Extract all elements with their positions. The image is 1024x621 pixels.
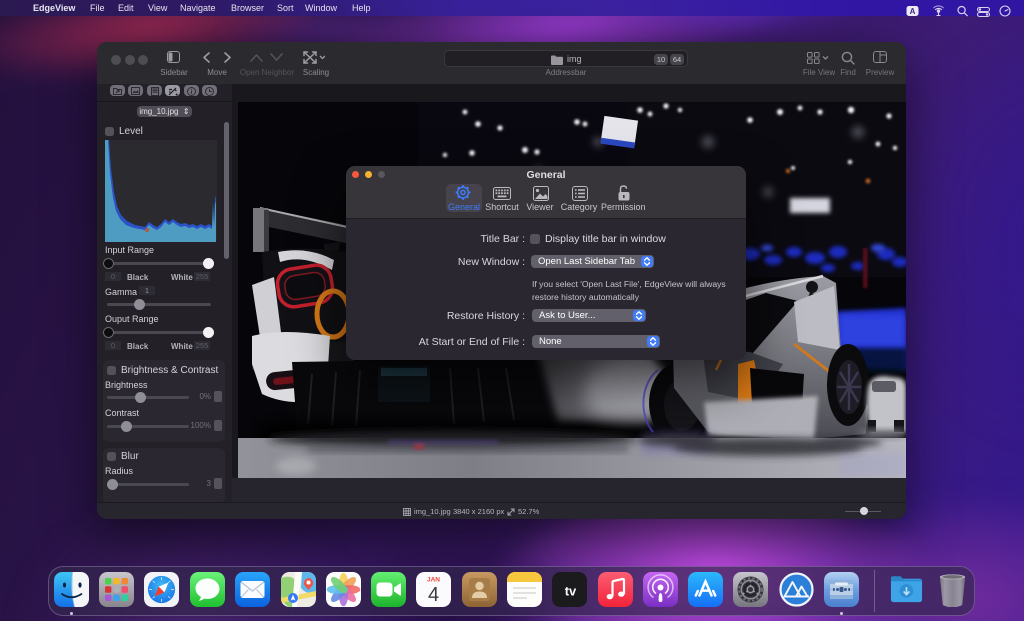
svg-text:4: 4 bbox=[428, 584, 439, 606]
svg-text:JAN: JAN bbox=[427, 577, 440, 584]
svg-text:tv: tv bbox=[565, 584, 577, 599]
svg-text:A: A bbox=[910, 7, 916, 16]
